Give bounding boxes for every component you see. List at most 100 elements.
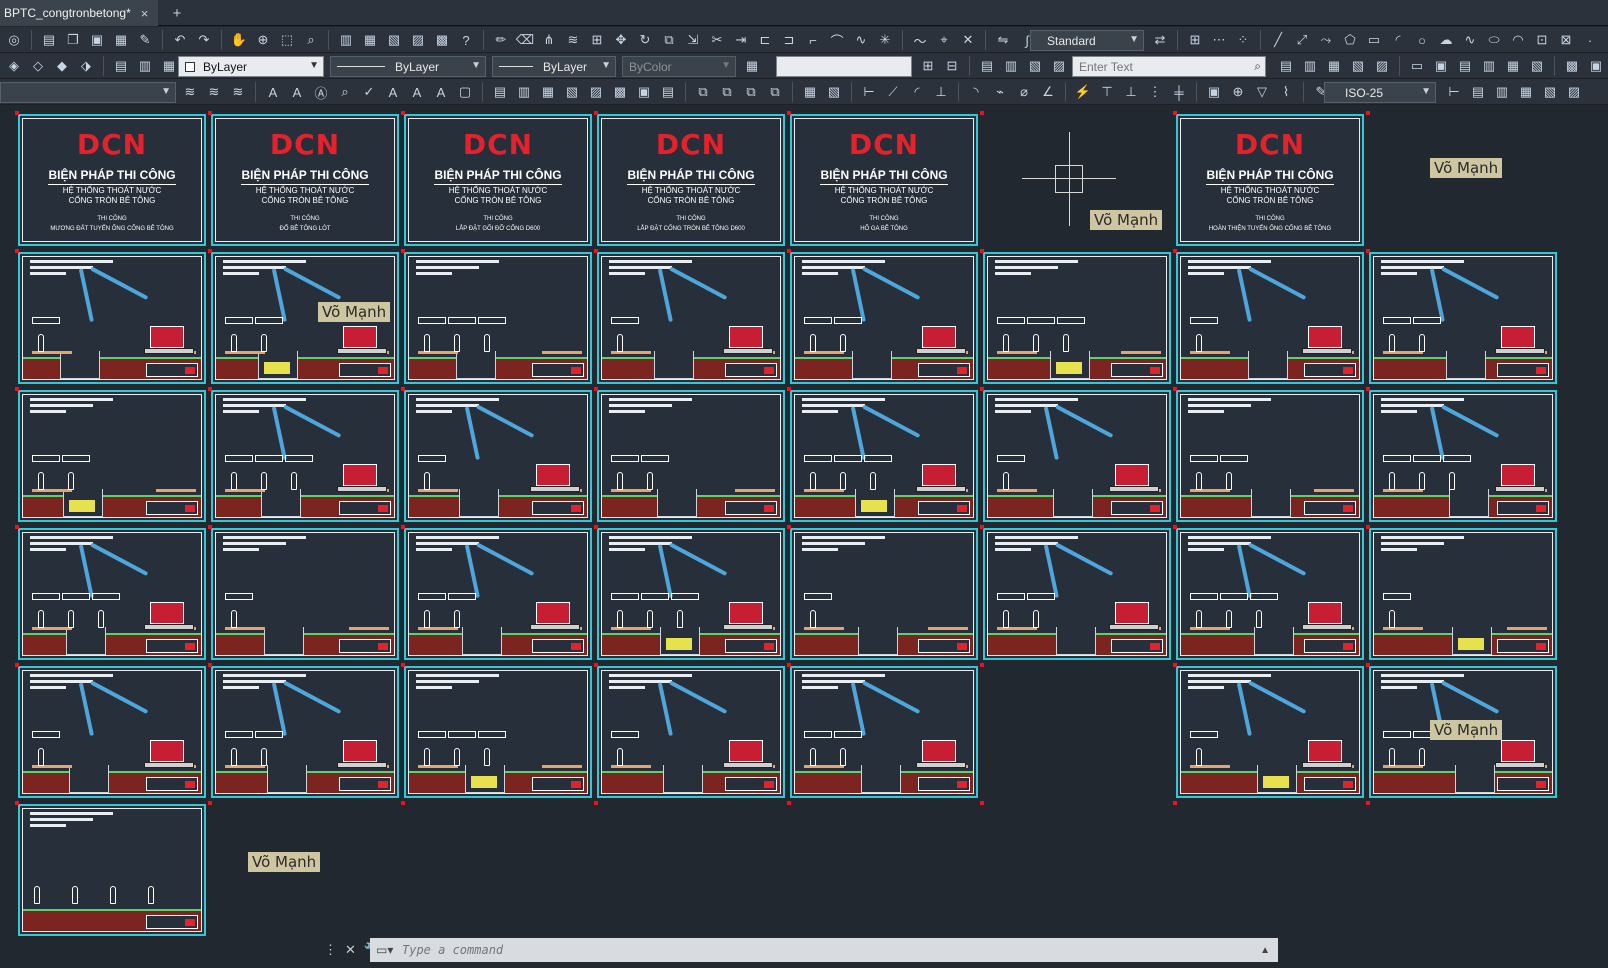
text-justify-icon[interactable]: A: [431, 82, 451, 102]
construction-step-sheet[interactable]: [404, 528, 592, 660]
construction-step-sheet[interactable]: [1176, 528, 1364, 660]
ordinate-dim-icon[interactable]: ⊥: [931, 82, 951, 102]
pan-icon[interactable]: ✋: [229, 30, 249, 50]
construction-step-sheet[interactable]: [18, 390, 206, 522]
jog-line-icon[interactable]: ⌇: [1276, 82, 1296, 102]
text-icon[interactable]: A: [263, 82, 283, 102]
design-center-icon[interactable]: ▥: [336, 30, 356, 50]
insert-block-icon[interactable]: ⊡: [1532, 30, 1552, 50]
properties-icon[interactable]: ▤: [39, 30, 59, 50]
refedit-icon[interactable]: ▧: [562, 82, 582, 102]
construction-step-sheet[interactable]: [18, 804, 206, 936]
grip-point[interactable]: [401, 801, 405, 805]
quick-properties-icon[interactable]: ▦: [742, 56, 762, 76]
mirror-icon[interactable]: ⋔: [539, 30, 559, 50]
aligned-dim-icon[interactable]: ⟋: [883, 82, 903, 102]
redo-icon[interactable]: ↷: [194, 30, 214, 50]
revcloud-icon[interactable]: ☁: [1436, 30, 1456, 50]
grip-point[interactable]: [15, 249, 19, 253]
flip-icon[interactable]: ⇋: [993, 30, 1013, 50]
make-block-icon[interactable]: ⊠: [1556, 30, 1576, 50]
convert-text-icon[interactable]: ▨: [1372, 56, 1392, 76]
construction-step-sheet[interactable]: [211, 666, 399, 798]
grip-point[interactable]: [15, 801, 19, 805]
lineweight-select[interactable]: ByLayer ▼: [492, 56, 616, 77]
grip-point[interactable]: [594, 249, 598, 253]
layer-previous-icon[interactable]: ◇: [28, 56, 48, 76]
cover-sheet[interactable]: DCN BIỆN PHÁP THI CÔNG HỆ THỐNG THOÁT NƯỚC…: [404, 114, 592, 246]
xref-clip-icon[interactable]: ▥: [514, 82, 534, 102]
construction-step-sheet[interactable]: [211, 528, 399, 660]
field-icon[interactable]: ▥: [1001, 56, 1021, 76]
grip-point[interactable]: [208, 249, 212, 253]
move-icon[interactable]: ✥: [611, 30, 631, 50]
grip-point[interactable]: [15, 111, 19, 115]
grip-icon[interactable]: ⋮: [324, 942, 337, 958]
layer-lock-icon[interactable]: ≋: [228, 82, 248, 102]
publish-icon[interactable]: ▤: [1455, 56, 1475, 76]
grip-point[interactable]: [208, 525, 212, 529]
match-layer-icon[interactable]: ▤: [111, 56, 131, 76]
extend-icon[interactable]: ⇥: [731, 30, 751, 50]
paste-icon[interactable]: ▣: [87, 30, 107, 50]
point-draw-icon[interactable]: ·: [1580, 30, 1600, 50]
cover-sheet[interactable]: DCN BIỆN PHÁP THI CÔNG HỆ THỐNG THOÁT NƯỚC…: [790, 114, 978, 246]
text-edit-icon[interactable]: ▤: [1276, 56, 1296, 76]
chamfer-icon[interactable]: ⌐: [803, 30, 823, 50]
grip-point[interactable]: [401, 249, 405, 253]
arc-length-icon[interactable]: ◜: [907, 82, 927, 102]
table-style-icon[interactable]: ▤: [1468, 82, 1488, 102]
multileader-style-icon[interactable]: ▥: [1492, 82, 1512, 102]
point-icon[interactable]: ⁘: [1233, 30, 1253, 50]
layer-state-icon[interactable]: ◆: [52, 56, 72, 76]
frame-icon[interactable]: ▣: [634, 82, 654, 102]
grip-point[interactable]: [1366, 525, 1370, 529]
join-icon[interactable]: ⊐: [779, 30, 799, 50]
layer-select[interactable]: ByLayer ▼: [178, 56, 324, 77]
construction-step-sheet[interactable]: [18, 528, 206, 660]
grip-point[interactable]: [208, 387, 212, 391]
folder-icon[interactable]: ▭: [1407, 56, 1427, 76]
match-properties-icon[interactable]: ▦: [111, 30, 131, 50]
grip-point[interactable]: [980, 525, 984, 529]
calculator-icon[interactable]: ▩: [432, 30, 452, 50]
grip-point[interactable]: [1173, 249, 1177, 253]
grip-point[interactable]: [980, 801, 984, 805]
text-input[interactable]: [776, 56, 912, 77]
dim-break-icon[interactable]: ╪: [1169, 82, 1189, 102]
viewport-icon[interactable]: ⊞: [918, 56, 938, 76]
stretch-icon[interactable]: ⇲: [683, 30, 703, 50]
draw-order-back-icon[interactable]: ⧉: [717, 82, 737, 102]
construction-step-sheet[interactable]: [790, 390, 978, 522]
construction-step-sheet[interactable]: [1176, 666, 1364, 798]
baseline-dim-icon[interactable]: ⊤: [1097, 82, 1117, 102]
materials-icon[interactable]: ▣: [1586, 56, 1606, 76]
grip-point[interactable]: [980, 249, 984, 253]
construction-step-sheet[interactable]: [404, 252, 592, 384]
grip-point[interactable]: [401, 663, 405, 667]
construction-step-sheet[interactable]: [404, 390, 592, 522]
grip-point[interactable]: [1173, 525, 1177, 529]
grip-point[interactable]: [787, 111, 791, 115]
grip-point[interactable]: [594, 111, 598, 115]
copy-icon[interactable]: ❐: [63, 30, 83, 50]
construction-step-sheet[interactable]: [1176, 252, 1364, 384]
find-text-field[interactable]: ⌕: [1072, 56, 1266, 77]
grip-point[interactable]: [594, 387, 598, 391]
mtext-icon[interactable]: A: [287, 82, 307, 102]
construction-step-sheet[interactable]: [597, 666, 785, 798]
workspace-select[interactable]: ▼: [0, 82, 176, 103]
spell-check-icon[interactable]: ▥: [1300, 56, 1320, 76]
tool-palettes-icon[interactable]: ▦: [360, 30, 380, 50]
draw-order-front-icon[interactable]: ⧉: [693, 82, 713, 102]
grip-point[interactable]: [1366, 111, 1370, 115]
radius-dim-icon[interactable]: ◝: [966, 82, 986, 102]
diameter-dim-icon[interactable]: ⌀: [1014, 82, 1034, 102]
grip-point[interactable]: [594, 663, 598, 667]
grip-point[interactable]: [208, 801, 212, 805]
rotate-icon[interactable]: ↻: [635, 30, 655, 50]
grip-point[interactable]: [787, 801, 791, 805]
rectangle-icon[interactable]: ▭: [1364, 30, 1384, 50]
line-icon[interactable]: ╱: [1268, 30, 1288, 50]
construction-step-sheet[interactable]: [790, 528, 978, 660]
